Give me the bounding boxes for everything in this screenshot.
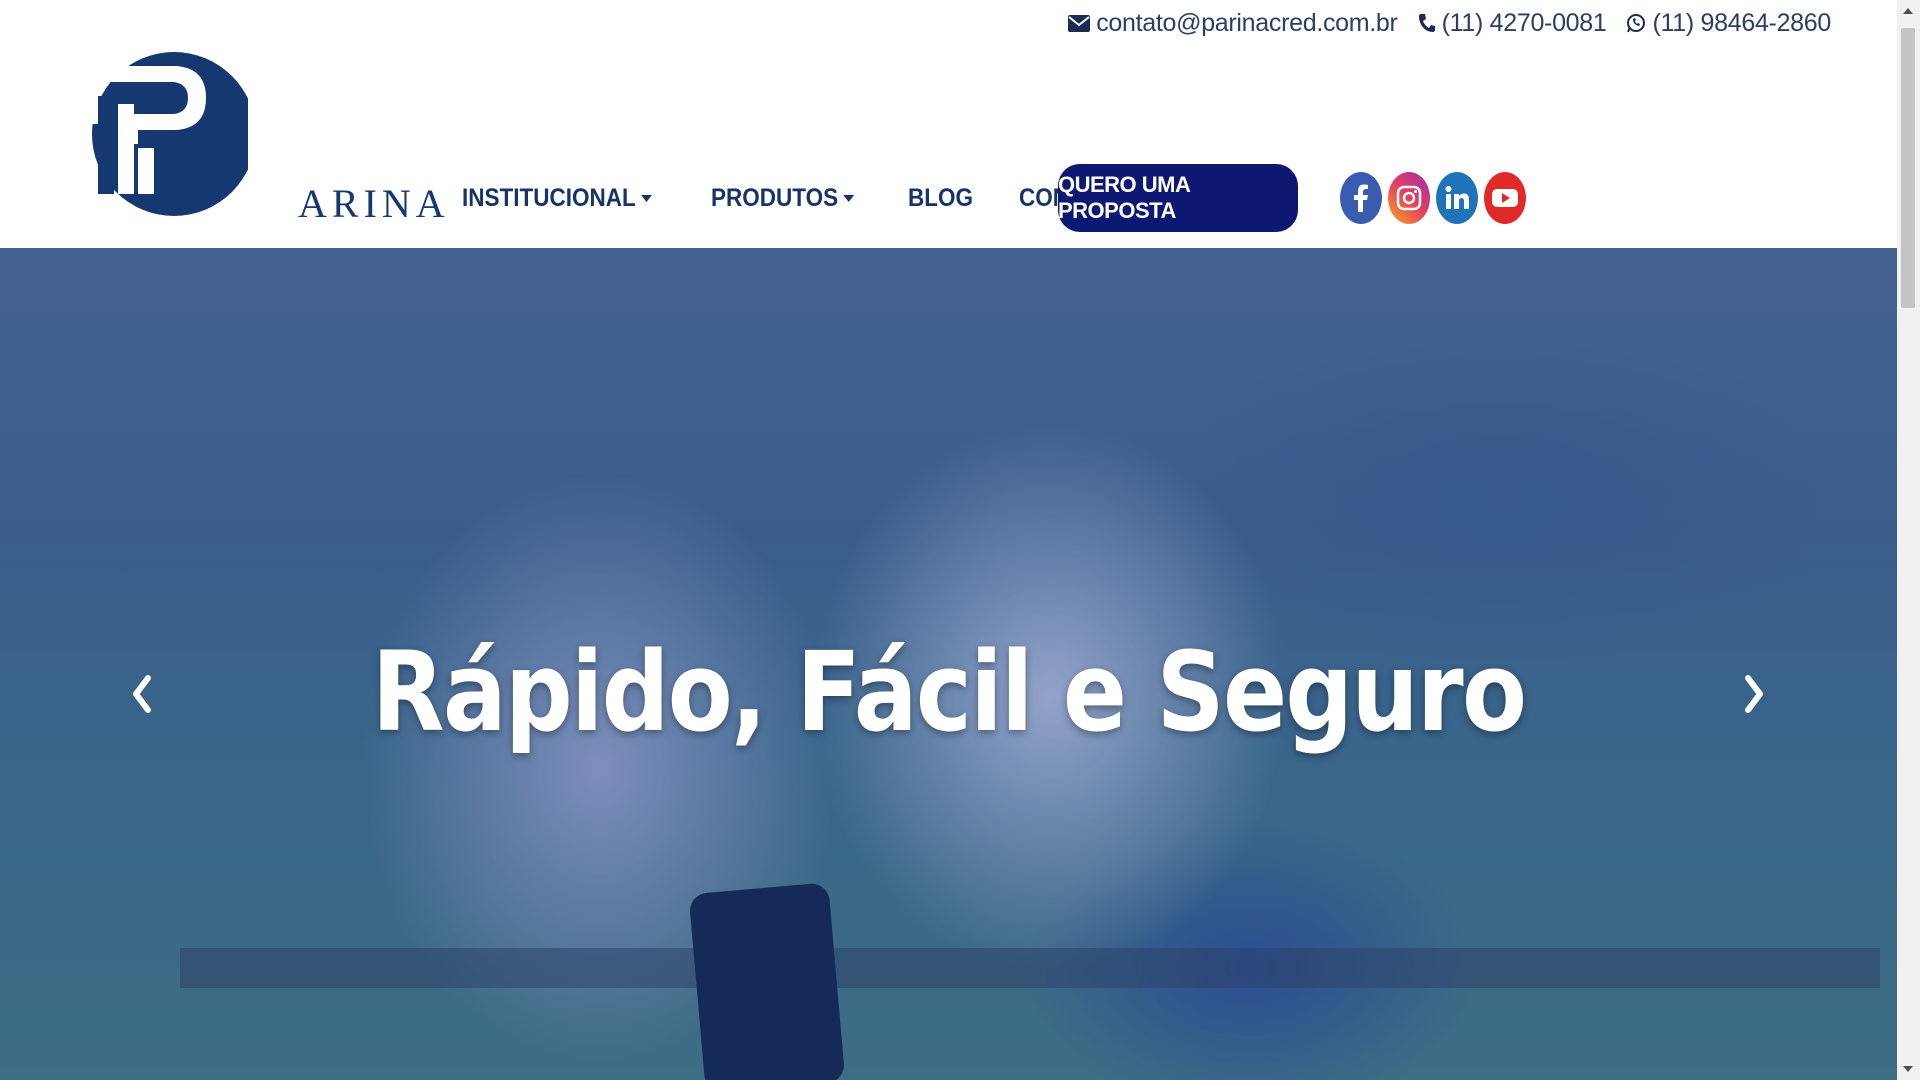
contact-topbar: contato@parinacred.com.br (11) 4270-0081… xyxy=(1068,6,1831,40)
instagram-icon xyxy=(1396,185,1422,211)
nav-institucional[interactable]: INSTITUCIONAL xyxy=(462,184,652,213)
chevron-left-icon xyxy=(133,675,151,713)
youtube-link[interactable] xyxy=(1484,172,1526,224)
whatsapp-icon xyxy=(1627,14,1646,33)
nav-produtos[interactable]: PRODUTOS xyxy=(711,183,855,213)
logo-wordmark: ARINA xyxy=(298,181,450,226)
phone-text: (11) 4270-0081 xyxy=(1441,8,1607,37)
facebook-icon xyxy=(1354,184,1368,212)
facebook-link[interactable] xyxy=(1340,172,1382,224)
nav-produtos-label: PRODUTOS xyxy=(711,183,839,212)
scroll-up-arrow-icon[interactable] xyxy=(1903,8,1913,14)
phone-icon xyxy=(1418,14,1435,32)
caret-down-icon xyxy=(641,194,652,202)
carousel-next-button[interactable] xyxy=(1724,658,1784,730)
carousel-prev-button[interactable] xyxy=(112,658,172,730)
hero-title: Rápido, Fácil e Seguro xyxy=(371,628,1527,756)
instagram-link[interactable] xyxy=(1388,172,1430,224)
linkedin-icon xyxy=(1445,186,1469,209)
whatsapp-text: (11) 98464-2860 xyxy=(1652,8,1831,37)
site-header: contato@parinacred.com.br (11) 4270-0081… xyxy=(0,0,1897,248)
caret-down-icon xyxy=(843,194,855,202)
nav-blog[interactable]: BLOG xyxy=(908,184,973,213)
hero-carousel: Rápido, Fácil e Seguro xyxy=(0,248,1897,1080)
social-links xyxy=(1340,172,1526,224)
email-text: contato@parinacred.com.br xyxy=(1096,8,1398,37)
parina-logo[interactable]: ARINA xyxy=(78,44,445,226)
nav-institucional-label: INSTITUCIONAL xyxy=(462,183,636,212)
phone-link[interactable]: (11) 4270-0081 xyxy=(1418,9,1607,38)
envelope-icon xyxy=(1068,14,1091,32)
linkedin-link[interactable] xyxy=(1436,172,1478,224)
scroll-down-arrow-icon[interactable] xyxy=(1903,1066,1913,1072)
email-link[interactable]: contato@parinacred.com.br xyxy=(1068,8,1398,38)
youtube-icon xyxy=(1492,189,1518,207)
scrollbar-thumb[interactable] xyxy=(1901,28,1915,308)
parina-logo-mark xyxy=(80,52,256,216)
chevron-right-icon xyxy=(1745,675,1763,713)
quero-uma-proposta-button[interactable]: QUERO UMA PROPOSTA xyxy=(1058,164,1298,232)
whatsapp-link[interactable]: (11) 98464-2860 xyxy=(1626,9,1831,38)
page-scrollbar[interactable] xyxy=(1897,0,1920,1080)
nav-blog-label: BLOG xyxy=(908,183,974,212)
